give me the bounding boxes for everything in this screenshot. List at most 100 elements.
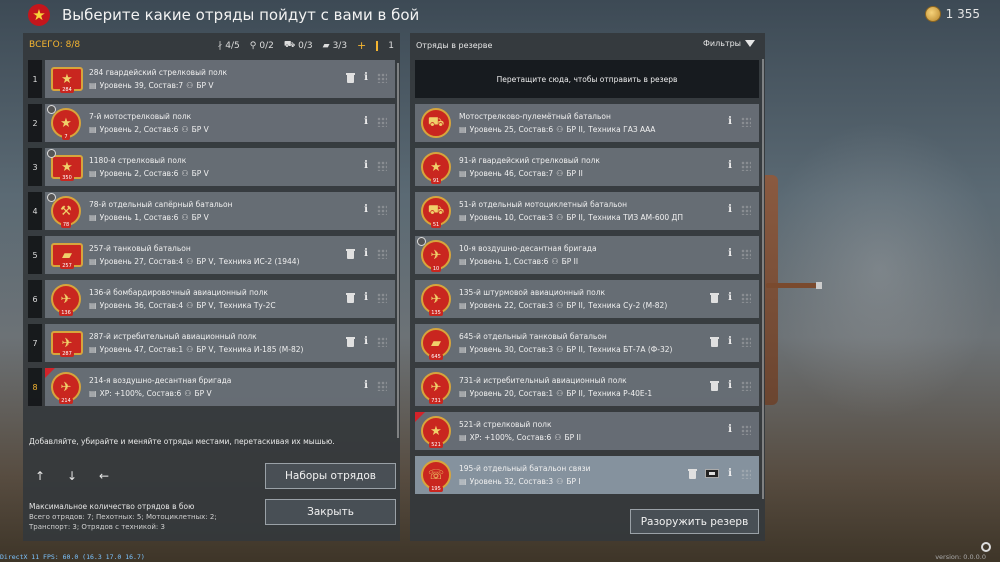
trash-icon[interactable] bbox=[346, 248, 355, 259]
info-icon[interactable]: i bbox=[727, 160, 733, 171]
reserve-squad-card[interactable]: ✈ 10 10-я воздушно-десантная бригада ▤ Урове… bbox=[415, 236, 759, 274]
emblem-number: 78 bbox=[60, 222, 72, 228]
reserve-dropzone[interactable]: Перетащите сюда, чтобы отправить в резер… bbox=[415, 60, 759, 98]
reserve-squad-card[interactable]: ✈ 135 135-й штурмовой авиационный полк ▤ Уро… bbox=[415, 280, 759, 318]
drag-handle-icon[interactable] bbox=[741, 468, 751, 479]
drag-handle-icon[interactable] bbox=[377, 248, 387, 259]
drag-handle-icon[interactable] bbox=[741, 248, 751, 259]
reserve-squad-card[interactable]: ☏ 195 195-й отдельный батальон связи ▤ Урове… bbox=[415, 456, 759, 494]
reserve-squad-card[interactable]: ★ 91 91-й гвардейский стрелковый полк ▤ Уров… bbox=[415, 148, 759, 186]
move-up-arrow-icon[interactable]: ↑ bbox=[35, 469, 45, 483]
left-scrollbar[interactable] bbox=[397, 63, 399, 438]
unit-br: БР V, bbox=[196, 257, 216, 266]
drag-handle-icon[interactable] bbox=[377, 204, 387, 215]
disarm-reserve-button[interactable]: Разоружить резерв bbox=[630, 509, 759, 534]
trash-icon[interactable] bbox=[346, 292, 355, 303]
squad-card[interactable]: ✈ 287 287-й истребительный авиационный пол… bbox=[45, 324, 395, 362]
trash-icon[interactable] bbox=[346, 336, 355, 347]
info-icon[interactable]: i bbox=[363, 292, 369, 303]
reserve-squad-card[interactable]: ★ 521 521-й стрелковый полк ▤ XP: +100%, Сос… bbox=[415, 412, 759, 450]
trash-icon[interactable] bbox=[688, 468, 697, 479]
unit-br: БР V, bbox=[196, 301, 216, 310]
card-actions: i bbox=[727, 160, 751, 171]
unit-type-icon: ▤ bbox=[89, 345, 97, 354]
slot-number: 1 bbox=[28, 60, 42, 98]
info-icon[interactable]: i bbox=[727, 468, 733, 479]
unit-stats: ▤ XP: +100%, Состав:6 ⚇ БР II bbox=[459, 433, 581, 442]
squad-card[interactable]: ⚒ 78 78-й отдельный сапёрный батальон ▤ Уров… bbox=[45, 192, 395, 230]
drag-handle-icon[interactable] bbox=[741, 336, 751, 347]
unit-name: 135-й штурмовой авиационный полк bbox=[459, 288, 606, 297]
drag-handle-icon[interactable] bbox=[741, 424, 751, 435]
info-icon[interactable]: i bbox=[363, 116, 369, 127]
add-slot-icon[interactable]: + bbox=[357, 39, 366, 52]
drag-handle-icon[interactable] bbox=[741, 204, 751, 215]
drag-handle-icon[interactable] bbox=[377, 116, 387, 127]
unit-level-squad: Уровень 1, Состав:6 bbox=[469, 257, 549, 266]
squad-card[interactable]: ✈ 214 214-я воздушно-десантная бригада ▤ XP:… bbox=[45, 368, 395, 406]
info-icon[interactable]: i bbox=[363, 248, 369, 259]
reserve-squad-card[interactable]: ✈ 731 731-й истребительный авиационный пол… bbox=[415, 368, 759, 406]
move-left-arrow-icon[interactable]: ← bbox=[99, 469, 109, 483]
move-down-arrow-icon[interactable]: ↓ bbox=[67, 469, 77, 483]
emblem-number: 10 bbox=[430, 266, 442, 272]
reserve-squad-card[interactable]: ⛟ Мотострелково-пулемётный батальон ▤ Урове… bbox=[415, 104, 759, 142]
trash-icon[interactable] bbox=[710, 380, 719, 391]
battle-squads-panel: ВСЕГО: 8/8 ∤ 4/5 ⚲ 0/2 ⛟ 0/3 ▰ 3/3 +1 1 ★ 284 284 г… bbox=[23, 33, 400, 541]
debug-fps: DirectX 11 FPS: 60.0 (16.3 17.0 16.7) bbox=[0, 553, 145, 561]
info-icon[interactable]: i bbox=[363, 336, 369, 347]
trash-icon[interactable] bbox=[346, 72, 355, 83]
squad-card[interactable]: ★ 350 1180-й стрелковый полк ▤ Уровень 2, Со… bbox=[45, 148, 395, 186]
unit-stats: ▤ Уровень 27, Состав:4 ⚇ БР V, Техника ИС-2 … bbox=[89, 257, 300, 266]
unit-br: БР V, bbox=[196, 345, 216, 354]
info-icon[interactable]: i bbox=[727, 336, 733, 347]
reserve-squad-card[interactable]: ▰ 645 645-й отдельный танковый батальон ▤ Ур… bbox=[415, 324, 759, 362]
info-icon[interactable]: i bbox=[363, 204, 369, 215]
counter-value: 0/2 bbox=[259, 40, 274, 51]
reserve-scrollbar[interactable] bbox=[762, 59, 764, 499]
squad-card[interactable]: ★ 7 7-й мотострелковый полк ▤ Уровень 2, Сос… bbox=[45, 104, 395, 142]
info-icon[interactable]: i bbox=[727, 248, 733, 259]
settings-icon[interactable] bbox=[981, 542, 991, 552]
trash-icon[interactable] bbox=[710, 292, 719, 303]
info-icon[interactable]: i bbox=[727, 424, 733, 435]
emblem-number: 214 bbox=[59, 398, 73, 404]
drag-handle-icon[interactable] bbox=[741, 292, 751, 303]
unit-stats: ▤ XP: +100%, Состав:6 ⚇ БР V bbox=[89, 389, 212, 398]
info-icon[interactable]: i bbox=[727, 292, 733, 303]
info-icon[interactable]: i bbox=[727, 204, 733, 215]
unit-br: БР II bbox=[561, 257, 579, 266]
squad-card[interactable]: ★ 284 284 гвардейский стрелковый полк ▤ Уров… bbox=[45, 60, 395, 98]
unit-emblem: ▰ 645 bbox=[421, 328, 451, 360]
unit-level-squad: Уровень 30, Состав:3 bbox=[469, 345, 554, 354]
squad-sets-button[interactable]: Наборы отрядов bbox=[265, 463, 396, 489]
unit-stats: ▤ Уровень 1, Состав:6 ⚇ БР II bbox=[459, 257, 578, 266]
equipment-icon[interactable] bbox=[705, 469, 719, 478]
drag-handle-icon[interactable] bbox=[377, 292, 387, 303]
info-icon[interactable]: i bbox=[727, 116, 733, 127]
info-icon[interactable]: i bbox=[727, 380, 733, 391]
trash-icon[interactable] bbox=[710, 336, 719, 347]
drag-handle-icon[interactable] bbox=[741, 116, 751, 127]
filters-button[interactable]: Фильтры bbox=[703, 39, 755, 48]
squad-card[interactable]: ✈ 136 136-й бомбардировочный авиационный п… bbox=[45, 280, 395, 318]
unit-stats: ▤ Уровень 30, Состав:3 ⚇ БР II, Техника БТ-7… bbox=[459, 345, 672, 354]
reserve-squad-card[interactable]: ⛟ 51 51-й отдельный мотоциклетный батальон… bbox=[415, 192, 759, 230]
info-icon[interactable]: i bbox=[363, 380, 369, 391]
unit-level-squad: Уровень 2, Состав:6 bbox=[99, 125, 179, 134]
drag-handle-icon[interactable] bbox=[377, 336, 387, 347]
drag-handle-icon[interactable] bbox=[741, 380, 751, 391]
close-button[interactable]: Закрыть bbox=[265, 499, 396, 525]
info-icon[interactable]: i bbox=[363, 160, 369, 171]
info-icon[interactable]: i bbox=[363, 72, 369, 83]
squad-card[interactable]: ▰ 257 257-й танковый батальон ▤ Уровень 27, … bbox=[45, 236, 395, 274]
max-squads-line-2: Транспорт: 3; Отрядов с техникой: 3 bbox=[29, 523, 165, 531]
drag-handle-icon[interactable] bbox=[377, 160, 387, 171]
drag-handle-icon[interactable] bbox=[377, 72, 387, 83]
drag-handle-icon[interactable] bbox=[377, 380, 387, 391]
emblem-number: 51 bbox=[430, 222, 442, 228]
unit-br: БР II, bbox=[566, 213, 586, 222]
drag-handle-icon[interactable] bbox=[741, 160, 751, 171]
squad-slot: 7 ✈ 287 287-й истребительный авиационный по… bbox=[28, 324, 395, 362]
unit-type-icon: ▤ bbox=[459, 125, 467, 134]
